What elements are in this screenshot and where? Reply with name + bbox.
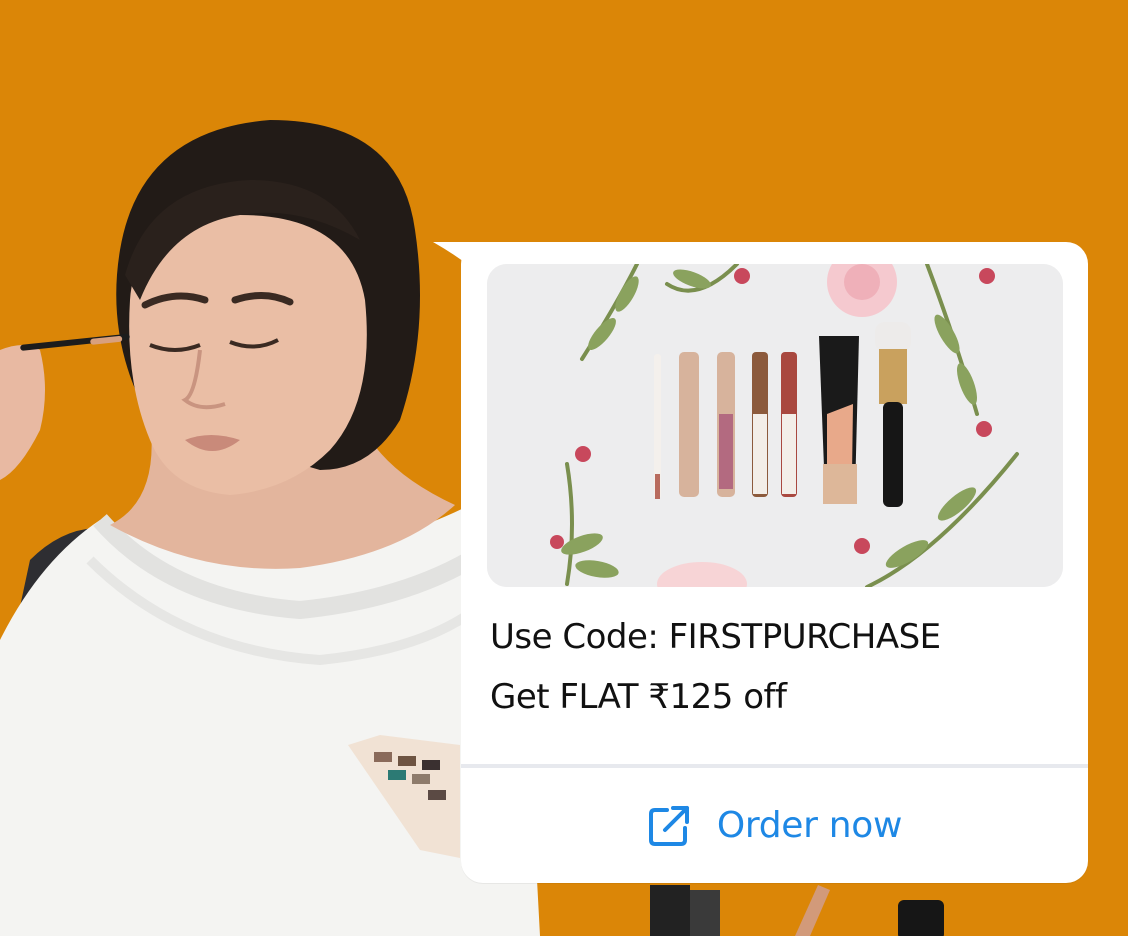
open-external-icon [648, 805, 689, 846]
promo-message-card: Use Code: FIRSTPURCHASE Get FLAT ₹125 of… [461, 242, 1088, 883]
offer-text: Get FLAT ₹125 off [490, 677, 787, 717]
cosmetics-flatlay [487, 264, 1063, 587]
order-now-label: Order now [716, 805, 903, 846]
product-image [487, 264, 1063, 587]
promo-code-text: Use Code: FIRSTPURCHASE [490, 617, 941, 657]
order-now-button[interactable]: Order now [461, 768, 1088, 883]
